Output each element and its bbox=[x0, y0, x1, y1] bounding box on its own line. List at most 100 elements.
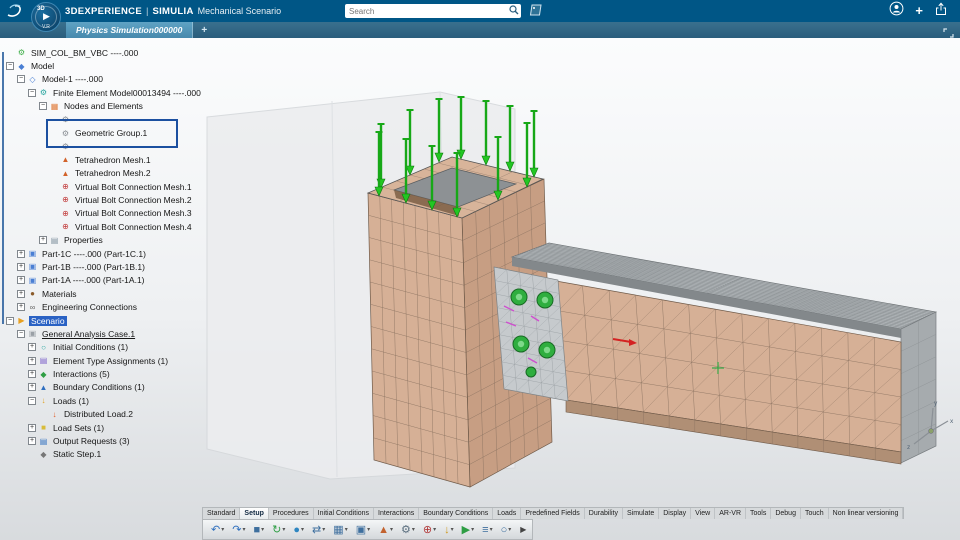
ribbon-tab-touch[interactable]: Touch bbox=[801, 508, 829, 519]
search-box[interactable] bbox=[345, 4, 521, 18]
ribbon-tab-durability[interactable]: Durability bbox=[585, 508, 623, 519]
properties-button[interactable]: ⚙ ▾ bbox=[398, 524, 418, 536]
dropdown-chevron-icon[interactable]: ▾ bbox=[221, 526, 224, 533]
save-button[interactable]: ■ ▾ bbox=[250, 524, 267, 536]
plus-expander[interactable]: + bbox=[28, 423, 36, 432]
tree-item-materials[interactable]: + ● Materials bbox=[0, 287, 238, 300]
search-input[interactable] bbox=[347, 5, 509, 17]
ribbon-tab-predefined-fields[interactable]: Predefined Fields bbox=[521, 508, 585, 519]
tree-item-output-requests-3[interactable]: + ▤ Output Requests (3) bbox=[0, 434, 238, 447]
plus-expander[interactable]: + bbox=[17, 303, 25, 312]
tree-item-interactions-5[interactable]: + ◆ Interactions (5) bbox=[0, 367, 238, 380]
tree-item-static-step-1[interactable]: ◆ Static Step.1 bbox=[0, 448, 238, 461]
tree-item[interactable]: ⚙ bbox=[0, 113, 238, 126]
undo-button[interactable]: ↶ ▾ bbox=[208, 524, 227, 536]
tree-item-part-1a-000-part-1a-1[interactable]: + ▣ Part-1A ----.000 (Part-1A.1) bbox=[0, 274, 238, 287]
ribbon-tab-interactions[interactable]: Interactions bbox=[374, 508, 420, 519]
dropdown-chevron-icon[interactable]: ▾ bbox=[451, 526, 454, 533]
ribbon-tab-ar-vr[interactable]: AR-VR bbox=[715, 508, 746, 519]
minus-expander[interactable]: − bbox=[6, 62, 14, 71]
plus-expander[interactable]: + bbox=[17, 249, 25, 258]
ribbon-tab-initial-conditions[interactable]: Initial Conditions bbox=[314, 508, 375, 519]
simulate-button[interactable]: ▶ ▾ bbox=[459, 524, 477, 536]
tree-item-tetrahedron-mesh-1[interactable]: ▲ Tetrahedron Mesh.1 bbox=[0, 153, 238, 166]
dropdown-chevron-icon[interactable]: ▾ bbox=[345, 526, 348, 533]
tree-item-virtual-bolt-connection-mesh-1[interactable]: ⊕ Virtual Bolt Connection Mesh.1 bbox=[0, 180, 238, 193]
tree-item-distributed-load-2[interactable]: ↓ Distributed Load.2 bbox=[0, 408, 238, 421]
share-button[interactable]: ● ▾ bbox=[290, 524, 307, 536]
tree-item-properties[interactable]: + ▤ Properties bbox=[0, 233, 238, 246]
maximize-icon[interactable] bbox=[943, 25, 954, 43]
dropdown-chevron-icon[interactable]: ▾ bbox=[261, 526, 264, 533]
mesh-button[interactable]: ▲ ▾ bbox=[375, 524, 396, 536]
dropdown-chevron-icon[interactable]: ▾ bbox=[282, 526, 285, 533]
tree-item-part-1c-000-part-1c-1[interactable]: + ▣ Part-1C ----.000 (Part-1C.1) bbox=[0, 247, 238, 260]
minus-expander[interactable]: − bbox=[17, 329, 25, 338]
compass-play-icon[interactable]: ▶ bbox=[43, 11, 50, 22]
tree-item-nodes-and-elements[interactable]: − ▦ Nodes and Elements bbox=[0, 100, 238, 113]
3dexperience-compass[interactable]: 3D ▶ V.R bbox=[31, 2, 61, 32]
plus-expander[interactable]: + bbox=[17, 289, 25, 298]
ribbon-tab-debug[interactable]: Debug bbox=[771, 508, 801, 519]
dropdown-chevron-icon[interactable]: ▾ bbox=[490, 526, 493, 533]
tree-item-finite-element-model00013494-000[interactable]: − ⚙ Finite Element Model00013494 ----.000 bbox=[0, 86, 238, 99]
plus-expander[interactable]: + bbox=[39, 236, 47, 245]
plus-expander[interactable]: + bbox=[28, 383, 36, 392]
add-content-icon[interactable]: + bbox=[915, 4, 923, 18]
tree-item-boundary-conditions-1[interactable]: + ▲ Boundary Conditions (1) bbox=[0, 381, 238, 394]
ribbon-tab-tools[interactable]: Tools bbox=[746, 508, 772, 519]
ribbon-tab-boundary-conditions[interactable]: Boundary Conditions bbox=[419, 508, 494, 519]
dropdown-chevron-icon[interactable]: ▾ bbox=[390, 526, 393, 533]
compare-button[interactable]: ⇄ ▾ bbox=[309, 524, 328, 536]
loads-button[interactable]: ↓ ▾ bbox=[441, 524, 457, 536]
tag-icon[interactable] bbox=[527, 3, 544, 23]
refresh-button[interactable]: ↻ ▾ bbox=[269, 524, 288, 536]
tree-item-model[interactable]: − ◆ Model bbox=[0, 59, 238, 72]
dropdown-chevron-icon[interactable]: ▾ bbox=[412, 526, 415, 533]
ribbon-tab-loads[interactable]: Loads bbox=[493, 508, 522, 519]
ribbon-tab-setup[interactable]: Setup bbox=[240, 508, 269, 519]
tree-item-tetrahedron-mesh-2[interactable]: ▲ Tetrahedron Mesh.2 bbox=[0, 167, 238, 180]
tree-item-virtual-bolt-connection-mesh-4[interactable]: ⊕ Virtual Bolt Connection Mesh.4 bbox=[0, 220, 238, 233]
minus-expander[interactable]: − bbox=[6, 316, 14, 325]
tab-physics-simulation[interactable]: Physics Simulation000000 bbox=[66, 22, 194, 38]
minus-expander[interactable]: − bbox=[17, 75, 25, 84]
dropdown-chevron-icon[interactable]: ▾ bbox=[242, 526, 245, 533]
tree-item-virtual-bolt-connection-mesh-2[interactable]: ⊕ Virtual Bolt Connection Mesh.2 bbox=[0, 193, 238, 206]
table-button[interactable]: ▦ ▾ bbox=[330, 524, 350, 536]
tree-item-sim-col-bm-vbc-000[interactable]: ⚙ SIM_COL_BM_VBC ----.000 bbox=[0, 46, 238, 59]
redo-button[interactable]: ↷ ▾ bbox=[229, 524, 248, 536]
tree-item-engineering-connections[interactable]: + ∞ Engineering Connections bbox=[0, 300, 238, 313]
tree-item-geometric-group-1[interactable]: ⚙ Geometric Group.1 bbox=[0, 119, 238, 150]
group-button[interactable]: ▣ ▾ bbox=[353, 524, 373, 536]
plus-expander[interactable]: + bbox=[28, 437, 36, 446]
share-icon[interactable] bbox=[934, 2, 948, 21]
minus-expander[interactable]: − bbox=[28, 88, 36, 97]
user-icon[interactable] bbox=[889, 1, 904, 21]
dropdown-chevron-icon[interactable]: ▾ bbox=[508, 526, 511, 533]
tree-item-model-1-000[interactable]: − ◇ Model-1 ----.000 bbox=[0, 73, 238, 86]
ribbon-tab-non-linear-versioning[interactable]: Non linear versioning bbox=[829, 508, 904, 519]
ribbon-tab-standard[interactable]: Standard bbox=[203, 508, 241, 519]
plus-expander[interactable]: + bbox=[28, 356, 36, 365]
view-button[interactable]: ○ ▾ bbox=[498, 524, 515, 536]
3ds-logo-icon[interactable] bbox=[5, 3, 25, 19]
dropdown-chevron-icon[interactable]: ▾ bbox=[301, 526, 304, 533]
search-icon[interactable] bbox=[509, 2, 519, 20]
plus-expander[interactable]: + bbox=[28, 343, 36, 352]
tree-item[interactable]: ⚙ bbox=[0, 140, 238, 153]
dropdown-chevron-icon[interactable]: ▾ bbox=[367, 526, 370, 533]
tree-item-loads-1[interactable]: − ↓ Loads (1) bbox=[0, 394, 238, 407]
plus-expander[interactable]: + bbox=[17, 262, 25, 271]
ribbon-tab-simulate[interactable]: Simulate bbox=[623, 508, 660, 519]
ribbon-tab-display[interactable]: Display bbox=[659, 508, 692, 519]
tree-item-part-1b-000-part-1b-1[interactable]: + ▣ Part-1B ----.000 (Part-1B.1) bbox=[0, 260, 238, 273]
tree-item-scenario[interactable]: − ▶ Scenario bbox=[0, 314, 238, 327]
tree-item-element-type-assignments-1[interactable]: + ▤ Element Type Assignments (1) bbox=[0, 354, 238, 367]
new-tab-button[interactable]: + bbox=[201, 25, 207, 36]
tree-item-initial-conditions-1[interactable]: + ○ Initial Conditions (1) bbox=[0, 341, 238, 354]
connections-button[interactable]: ⊕ ▾ bbox=[420, 524, 439, 536]
tree-item-load-sets-1[interactable]: + ■ Load Sets (1) bbox=[0, 421, 238, 434]
dropdown-chevron-icon[interactable]: ▾ bbox=[471, 526, 474, 533]
minus-expander[interactable]: − bbox=[39, 102, 47, 111]
